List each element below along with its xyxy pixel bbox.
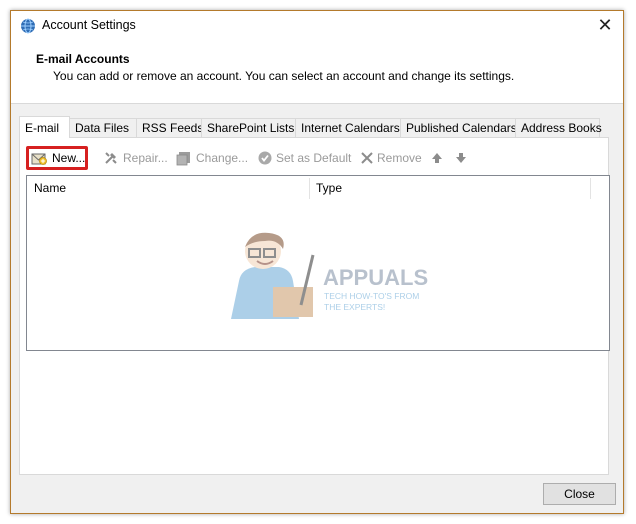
repair-button[interactable]: Repair... <box>103 147 169 169</box>
tab-email[interactable]: E-mail <box>19 116 70 138</box>
column-divider[interactable] <box>590 178 591 199</box>
new-account-icon <box>31 153 47 165</box>
close-icon[interactable]: ✕ <box>596 16 614 34</box>
change-icon <box>176 152 190 166</box>
close-button[interactable]: Close <box>543 483 616 505</box>
new-button[interactable]: New... <box>26 146 88 170</box>
outlook-globe-icon <box>21 18 35 34</box>
account-settings-window: Account Settings ✕ E-mail Accounts You c… <box>10 10 624 514</box>
header-panel: E-mail Accounts You can add or remove an… <box>11 41 623 104</box>
tab-sharepoint-lists[interactable]: SharePoint Lists <box>201 118 296 137</box>
remove-button[interactable]: Remove <box>359 147 422 169</box>
move-up-button[interactable] <box>429 147 443 169</box>
column-header-type[interactable]: Type <box>309 176 589 200</box>
remove-button-label: Remove <box>377 151 422 165</box>
watermark-tagline-1: TECH HOW-TO'S FROM <box>324 291 419 301</box>
move-down-button[interactable] <box>453 147 467 169</box>
up-arrow-icon <box>432 153 442 163</box>
tab-rss-feeds[interactable]: RSS Feeds <box>136 118 203 137</box>
tab-data-files[interactable]: Data Files <box>69 118 137 137</box>
section-title: E-mail Accounts <box>36 52 130 66</box>
set-default-button-label: Set as Default <box>276 151 352 165</box>
footer-bar <box>11 475 623 513</box>
title-bar: Account Settings ✕ <box>11 11 623 41</box>
watermark-tagline-2: THE EXPERTS! <box>324 302 385 312</box>
new-button-label: New... <box>52 151 86 165</box>
watermark-brand: APPUALS <box>323 265 428 290</box>
change-button[interactable]: Change... <box>176 147 248 169</box>
repair-icon <box>105 152 117 164</box>
window-title: Account Settings <box>42 18 136 32</box>
tab-internet-calendars[interactable]: Internet Calendars <box>295 118 401 137</box>
repair-button-label: Repair... <box>123 151 168 165</box>
mascot-figure <box>231 232 315 319</box>
appuals-watermark: APPUALS TECH HOW-TO'S FROM THE EXPERTS! <box>231 232 428 319</box>
change-button-label: Change... <box>196 151 249 165</box>
column-header-name[interactable]: Name <box>27 176 309 200</box>
set-default-button[interactable]: Set as Default <box>257 147 352 169</box>
down-arrow-icon <box>456 153 466 163</box>
section-description: You can add or remove an account. You ca… <box>53 69 515 83</box>
tab-published-calendars[interactable]: Published Calendars <box>400 118 517 137</box>
checkmark-circle-icon <box>258 151 272 165</box>
remove-x-icon <box>361 152 373 164</box>
tab-address-books[interactable]: Address Books <box>515 118 602 137</box>
